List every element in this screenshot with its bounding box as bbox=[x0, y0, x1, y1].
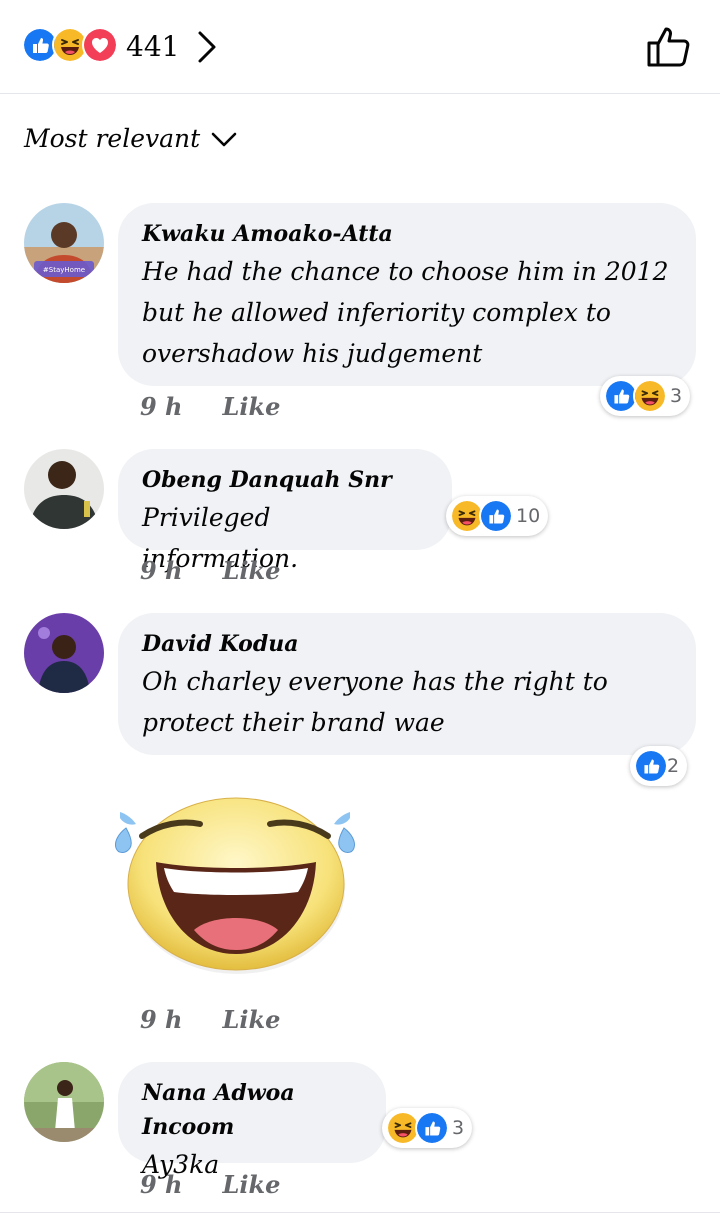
comment-reactions[interactable]: 2 bbox=[630, 746, 688, 786]
divider bbox=[0, 1212, 720, 1213]
comment-line: overshadow his judgement bbox=[142, 339, 483, 368]
like-icon bbox=[479, 499, 513, 533]
like-icon bbox=[415, 1111, 449, 1145]
haha-icon bbox=[633, 379, 667, 413]
chevron-right-icon[interactable] bbox=[196, 30, 218, 64]
laughing-sticker[interactable] bbox=[112, 780, 362, 980]
comment-reactions[interactable]: 3 bbox=[382, 1108, 473, 1148]
reaction-summary[interactable] bbox=[22, 27, 118, 63]
avatar[interactable] bbox=[24, 613, 104, 693]
comment-bubble[interactable]: David Kodua Oh charley everyone has the … bbox=[118, 613, 696, 755]
like-link[interactable]: Like bbox=[223, 1005, 281, 1034]
comment-author[interactable]: Obeng Danquah Snr bbox=[142, 463, 428, 497]
comment-meta: 9 h Like bbox=[140, 392, 280, 421]
chevron-down-icon bbox=[211, 132, 237, 146]
reaction-count: 2 bbox=[667, 755, 680, 777]
comment-bubble[interactable]: Obeng Danquah Snr Privileged information… bbox=[118, 449, 452, 573]
like-link[interactable]: Like bbox=[223, 392, 281, 421]
comment-author[interactable]: Nana Adwoa Incoom bbox=[142, 1076, 362, 1144]
reaction-count: 3 bbox=[670, 385, 683, 407]
comment-text: Oh charley everyone has the right to pro… bbox=[142, 661, 672, 743]
reactions-header: 441 bbox=[0, 0, 720, 94]
avatar[interactable] bbox=[24, 1062, 104, 1142]
like-outline-icon[interactable] bbox=[646, 24, 692, 68]
avatar-overlay-text: #StayHome bbox=[43, 266, 85, 274]
comment-reactions[interactable]: 10 bbox=[446, 496, 549, 536]
like-link[interactable]: Like bbox=[223, 1170, 281, 1199]
comment-author[interactable]: David Kodua bbox=[142, 627, 672, 661]
comment-author[interactable]: Kwaku Amoako-Atta bbox=[142, 217, 672, 251]
reaction-count: 10 bbox=[516, 505, 541, 527]
sort-dropdown[interactable]: Most relevant bbox=[24, 124, 238, 153]
reaction-count[interactable]: 441 bbox=[126, 30, 179, 63]
avatar[interactable]: #StayHome bbox=[24, 203, 104, 283]
reaction-count: 3 bbox=[452, 1117, 465, 1139]
comment-meta: 9 h Like bbox=[140, 556, 280, 585]
comment-bubble[interactable]: Kwaku Amoako-Atta He had the chance to c… bbox=[118, 203, 696, 386]
comment-meta: 9 h Like bbox=[140, 1170, 280, 1199]
comment-time[interactable]: 9 h bbox=[140, 556, 183, 585]
comment-time[interactable]: 9 h bbox=[140, 1170, 183, 1199]
comment-time[interactable]: 9 h bbox=[140, 392, 183, 421]
love-icon bbox=[82, 27, 118, 63]
like-link[interactable]: Like bbox=[223, 556, 281, 585]
comment-text: He had the chance to choose him in 2012 … bbox=[142, 251, 672, 374]
like-icon bbox=[634, 749, 668, 783]
comment-meta: 9 h Like bbox=[140, 1005, 280, 1034]
comment-bubble[interactable]: Nana Adwoa Incoom Ay3ka bbox=[118, 1062, 386, 1179]
avatar[interactable] bbox=[24, 449, 104, 529]
comment-line: but he allowed inferiority complex to bbox=[142, 298, 611, 327]
comment-line: Oh charley everyone has the right to bbox=[142, 667, 608, 696]
sort-label: Most relevant bbox=[24, 124, 201, 153]
comment-line: He had the chance to choose him in 2012 bbox=[142, 257, 669, 286]
comment-time[interactable]: 9 h bbox=[140, 1005, 183, 1034]
comment-line: protect their brand wae bbox=[142, 708, 445, 737]
comment-reactions[interactable]: 3 bbox=[600, 376, 691, 416]
